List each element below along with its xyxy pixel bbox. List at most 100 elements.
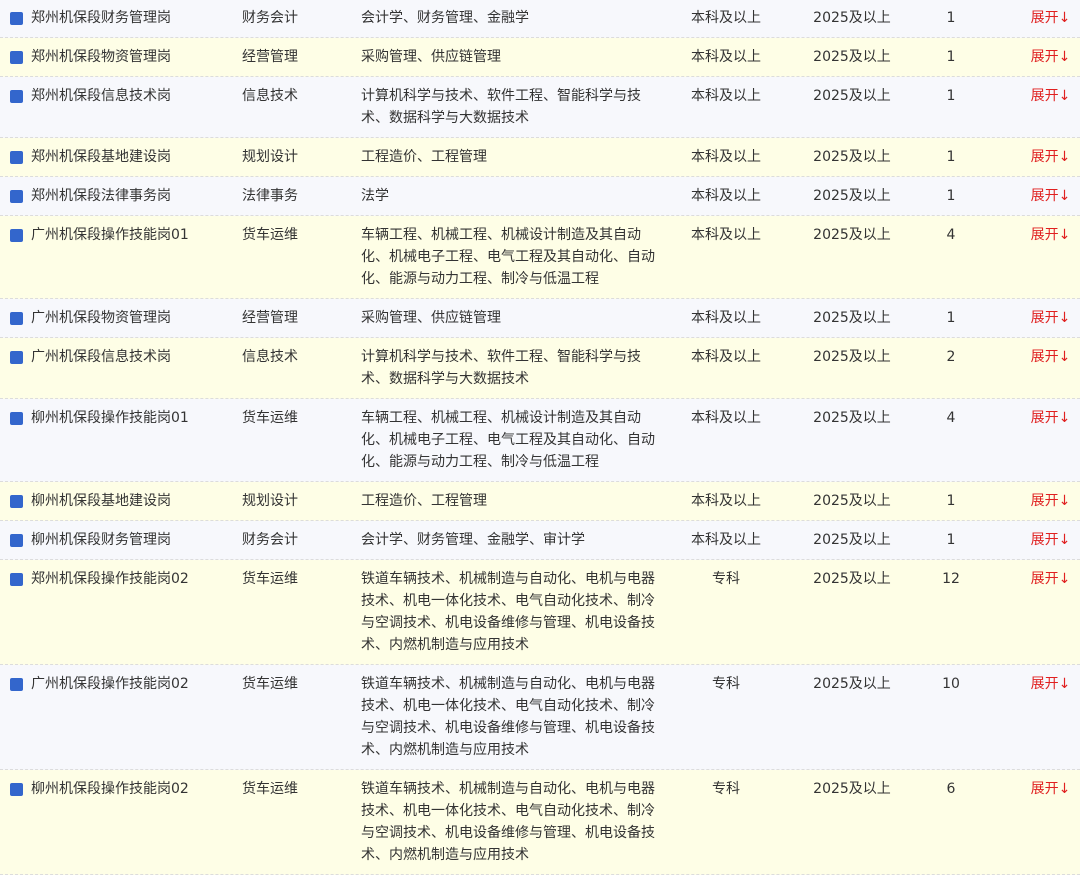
table-row: 郑州机保段信息技术岗 信息技术 计算机科学与技术、软件工程、智能科学与技术、数据科学… xyxy=(0,77,1080,138)
expand-button[interactable]: 展开↓ xyxy=(991,778,1080,800)
major-requirement: 计算机科学与技术、软件工程、智能科学与技术、数据科学与大数据技术 xyxy=(361,88,641,126)
square-bullet-icon xyxy=(10,190,23,203)
expand-button[interactable]: 展开↓ xyxy=(991,529,1080,551)
job-type: 经营管理 xyxy=(242,310,298,326)
graduation-year: 2025及以上 xyxy=(813,49,891,65)
job-name: 郑州机保段基地建设岗 xyxy=(31,149,171,165)
hiring-count: 1 xyxy=(946,49,956,65)
expand-button[interactable]: 展开↓ xyxy=(991,46,1080,68)
major-requirement: 会计学、财务管理、金融学 xyxy=(361,10,529,26)
table-row: 郑州机保段物资管理岗 经营管理 采购管理、供应链管理 本科及以上 2025及以上 1 展开↓ xyxy=(0,38,1080,77)
graduation-year: 2025及以上 xyxy=(813,149,891,165)
education-level: 专科 xyxy=(712,676,740,692)
job-name: 柳州机保段财务管理岗 xyxy=(31,532,171,548)
job-name-cell: 郑州机保段财务管理岗 xyxy=(0,7,242,29)
graduation-year: 2025及以上 xyxy=(813,410,891,426)
job-type: 货车运维 xyxy=(242,227,298,243)
education-level: 专科 xyxy=(712,781,740,797)
job-name: 郑州机保段财务管理岗 xyxy=(31,10,171,26)
major-requirement: 采购管理、供应链管理 xyxy=(361,49,501,65)
expand-button[interactable]: 展开↓ xyxy=(991,407,1080,429)
major-requirement: 工程造价、工程管理 xyxy=(361,149,487,165)
job-name-cell: 柳州机保段操作技能岗01 xyxy=(0,407,242,429)
education-level: 本科及以上 xyxy=(691,493,761,509)
expand-button[interactable]: 展开↓ xyxy=(991,673,1080,695)
job-type: 信息技术 xyxy=(242,349,298,365)
graduation-year: 2025及以上 xyxy=(813,493,891,509)
hiring-count: 10 xyxy=(942,676,960,692)
hiring-count: 4 xyxy=(946,410,956,426)
major-requirement: 会计学、财务管理、金融学、审计学 xyxy=(361,532,585,548)
job-name-cell: 郑州机保段基地建设岗 xyxy=(0,146,242,168)
table-row: 广州机保段物资管理岗 经营管理 采购管理、供应链管理 本科及以上 2025及以上 1 展开↓ xyxy=(0,299,1080,338)
major-requirement: 计算机科学与技术、软件工程、智能科学与技术、数据科学与大数据技术 xyxy=(361,349,641,387)
major-requirement: 工程造价、工程管理 xyxy=(361,493,487,509)
table-row: 柳州机保段基地建设岗 规划设计 工程造价、工程管理 本科及以上 2025及以上 1 展开↓ xyxy=(0,482,1080,521)
table-row: 郑州机保段法律事务岗 法律事务 法学 本科及以上 2025及以上 1 展开↓ xyxy=(0,177,1080,216)
expand-button[interactable]: 展开↓ xyxy=(991,185,1080,207)
square-bullet-icon xyxy=(10,412,23,425)
job-name: 柳州机保段操作技能岗02 xyxy=(31,781,189,797)
job-name-cell: 郑州机保段操作技能岗02 xyxy=(0,568,242,590)
expand-button[interactable]: 展开↓ xyxy=(991,224,1080,246)
education-level: 本科及以上 xyxy=(691,310,761,326)
expand-button[interactable]: 展开↓ xyxy=(991,7,1080,29)
job-name-cell: 广州机保段操作技能岗01 xyxy=(0,224,242,246)
expand-button[interactable]: 展开↓ xyxy=(991,85,1080,107)
job-type: 财务会计 xyxy=(242,10,298,26)
table-row: 郑州机保段财务管理岗 财务会计 会计学、财务管理、金融学 本科及以上 2025及以上 1 展… xyxy=(0,0,1080,38)
table-row: 柳州机保段财务管理岗 财务会计 会计学、财务管理、金融学、审计学 本科及以上 2025及… xyxy=(0,521,1080,560)
job-name: 广州机保段操作技能岗01 xyxy=(31,227,189,243)
hiring-count: 1 xyxy=(946,88,956,104)
major-requirement: 法学 xyxy=(361,188,389,204)
graduation-year: 2025及以上 xyxy=(813,532,891,548)
expand-button[interactable]: 展开↓ xyxy=(991,490,1080,512)
education-level: 本科及以上 xyxy=(691,49,761,65)
hiring-count: 2 xyxy=(946,349,956,365)
square-bullet-icon xyxy=(10,495,23,508)
education-level: 本科及以上 xyxy=(691,88,761,104)
graduation-year: 2025及以上 xyxy=(813,310,891,326)
job-name: 郑州机保段信息技术岗 xyxy=(31,88,171,104)
job-name: 郑州机保段法律事务岗 xyxy=(31,188,171,204)
expand-button[interactable]: 展开↓ xyxy=(991,568,1080,590)
expand-button[interactable]: 展开↓ xyxy=(991,146,1080,168)
job-type: 规划设计 xyxy=(242,493,298,509)
square-bullet-icon xyxy=(10,312,23,325)
job-type: 经营管理 xyxy=(242,49,298,65)
major-requirement: 车辆工程、机械工程、机械设计制造及其自动化、机械电子工程、电气工程及其自动化、自… xyxy=(361,410,655,470)
job-name-cell: 广州机保段物资管理岗 xyxy=(0,307,242,329)
job-name: 郑州机保段操作技能岗02 xyxy=(31,571,189,587)
table-row: 广州机保段操作技能岗02 货车运维 铁道车辆技术、机械制造与自动化、电机与电器技术、… xyxy=(0,665,1080,770)
job-name: 柳州机保段操作技能岗01 xyxy=(31,410,189,426)
table-row: 柳州机保段操作技能岗02 货车运维 铁道车辆技术、机械制造与自动化、电机与电器技术、… xyxy=(0,770,1080,875)
major-requirement: 铁道车辆技术、机械制造与自动化、电机与电器技术、机电一体化技术、电气自动化技术、… xyxy=(361,571,655,653)
hiring-count: 1 xyxy=(946,149,956,165)
job-type: 货车运维 xyxy=(242,410,298,426)
graduation-year: 2025及以上 xyxy=(813,571,891,587)
square-bullet-icon xyxy=(10,573,23,586)
education-level: 本科及以上 xyxy=(691,227,761,243)
major-requirement: 铁道车辆技术、机械制造与自动化、电机与电器技术、机电一体化技术、电气自动化技术、… xyxy=(361,676,655,758)
graduation-year: 2025及以上 xyxy=(813,188,891,204)
expand-button[interactable]: 展开↓ xyxy=(991,307,1080,329)
square-bullet-icon xyxy=(10,229,23,242)
education-level: 专科 xyxy=(712,571,740,587)
job-name: 广州机保段信息技术岗 xyxy=(31,349,171,365)
graduation-year: 2025及以上 xyxy=(813,349,891,365)
job-name: 广州机保段物资管理岗 xyxy=(31,310,171,326)
square-bullet-icon xyxy=(10,151,23,164)
job-name-cell: 柳州机保段操作技能岗02 xyxy=(0,778,242,800)
job-name-cell: 郑州机保段信息技术岗 xyxy=(0,85,242,107)
square-bullet-icon xyxy=(10,12,23,25)
major-requirement: 采购管理、供应链管理 xyxy=(361,310,501,326)
hiring-count: 12 xyxy=(942,571,960,587)
education-level: 本科及以上 xyxy=(691,410,761,426)
job-name: 郑州机保段物资管理岗 xyxy=(31,49,171,65)
education-level: 本科及以上 xyxy=(691,349,761,365)
job-name-cell: 广州机保段操作技能岗02 xyxy=(0,673,242,695)
hiring-count: 6 xyxy=(946,781,956,797)
hiring-count: 1 xyxy=(946,10,956,26)
expand-button[interactable]: 展开↓ xyxy=(991,346,1080,368)
square-bullet-icon xyxy=(10,534,23,547)
